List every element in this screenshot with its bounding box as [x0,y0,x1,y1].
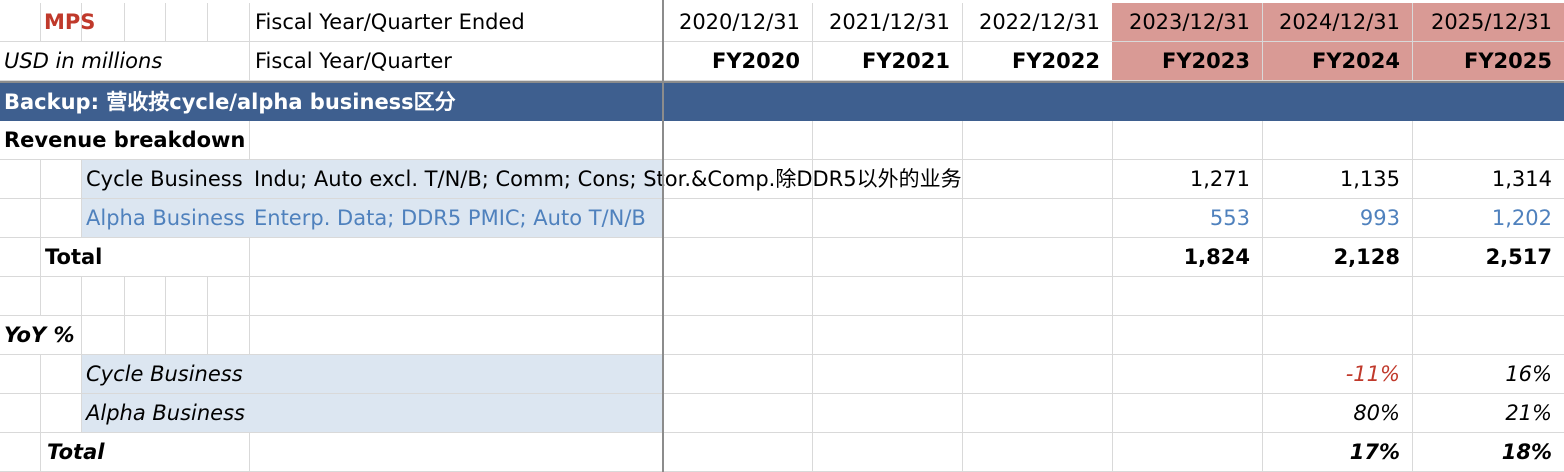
cycle-business-desc[interactable]: Indu; Auto excl. T/N/B; Comm; Cons; Stor… [254,160,1014,198]
header-row-dates: MPS Fiscal Year/Quarter Ended 2020/12/31… [0,3,1564,42]
empty-row [0,277,1564,316]
yoy-cycle-fy2025[interactable]: 16% [1412,355,1564,393]
yoy-alpha-fy2024[interactable]: 80% [1262,394,1412,432]
cycle-business-label[interactable]: Cycle Business [86,160,251,198]
fy-label-2020[interactable]: FY2020 [664,42,812,80]
yoy-total-fy2024[interactable]: 17% [1262,433,1412,471]
yoy-cycle-label[interactable]: Cycle Business [86,355,336,393]
units-label[interactable]: USD in millions [4,42,244,80]
date-fy2024[interactable]: 2024/12/31 [1263,3,1412,41]
yoy-title[interactable]: YoY % [4,316,84,354]
date-fy2020[interactable]: 2020/12/31 [664,3,812,41]
total-revenue-fy2025[interactable]: 2,517 [1412,238,1564,276]
yoy-cycle-row: Cycle Business -11% 16% [0,355,1564,394]
cycle-revenue-fy2023[interactable]: 1,271 [1112,160,1262,198]
date-fy2021[interactable]: 2021/12/31 [813,3,962,41]
alpha-revenue-fy2023[interactable]: 553 [1112,199,1262,237]
cycle-revenue-fy2024[interactable]: 1,135 [1262,160,1412,198]
fy-label-2021[interactable]: FY2021 [813,42,962,80]
revenue-total-row: Total 1,824 2,128 2,517 [0,238,1564,277]
company-name[interactable]: MPS [44,3,124,41]
alpha-revenue-fy2025[interactable]: 1,202 [1412,199,1564,237]
cycle-revenue-fy2025[interactable]: 1,314 [1412,160,1564,198]
yoy-total-fy2025[interactable]: 18% [1412,433,1564,471]
date-fy2025[interactable]: 2025/12/31 [1413,3,1564,41]
total-revenue-fy2024[interactable]: 2,128 [1262,238,1412,276]
revenue-alpha-row: Alpha Business Enterp. Data; DDR5 PMIC; … [0,199,1564,238]
section-header-row: Backup: 营收按cycle/alpha business区分 [0,83,1564,121]
revenue-breakdown-title[interactable]: Revenue breakdown [4,121,245,159]
section-title[interactable]: Backup: 营收按cycle/alpha business区分 [4,83,654,121]
yoy-alpha-label[interactable]: Alpha Business [86,394,336,432]
freeze-pane-horizontal-divider [0,81,1564,83]
date-fy2022[interactable]: 2022/12/31 [963,3,1112,41]
label-fiscal-period-ended[interactable]: Fiscal Year/Quarter Ended [255,3,655,41]
yoy-alpha-fy2025[interactable]: 21% [1412,394,1564,432]
yoy-alpha-row: Alpha Business 80% 21% [0,394,1564,433]
header-row-fiscal-years: USD in millions Fiscal Year/Quarter FY20… [0,42,1564,81]
fy-label-2023[interactable]: FY2023 [1112,42,1262,80]
revenue-total-label[interactable]: Total [45,238,245,276]
yoy-cycle-fy2024[interactable]: -11% [1262,355,1412,393]
fy-label-2025[interactable]: FY2025 [1413,42,1564,80]
date-fy2023[interactable]: 2023/12/31 [1112,3,1262,41]
freeze-pane-vertical-divider [662,0,664,472]
yoy-total-row: Total 17% 18% [0,433,1564,472]
fy-label-2024[interactable]: FY2024 [1263,42,1412,80]
yoy-title-row: YoY % [0,316,1564,355]
total-revenue-fy2023[interactable]: 1,824 [1112,238,1262,276]
fy-label-2022[interactable]: FY2022 [963,42,1112,80]
alpha-revenue-fy2024[interactable]: 993 [1262,199,1412,237]
alpha-business-desc[interactable]: Enterp. Data; DDR5 PMIC; Auto T/N/B [254,199,654,237]
alpha-business-label[interactable]: Alpha Business [86,199,251,237]
revenue-breakdown-title-row: Revenue breakdown [0,121,1564,160]
label-fiscal-period[interactable]: Fiscal Year/Quarter [255,42,655,80]
revenue-cycle-row: Cycle Business Indu; Auto excl. T/N/B; C… [0,160,1564,199]
yoy-total-label[interactable]: Total [47,433,247,471]
